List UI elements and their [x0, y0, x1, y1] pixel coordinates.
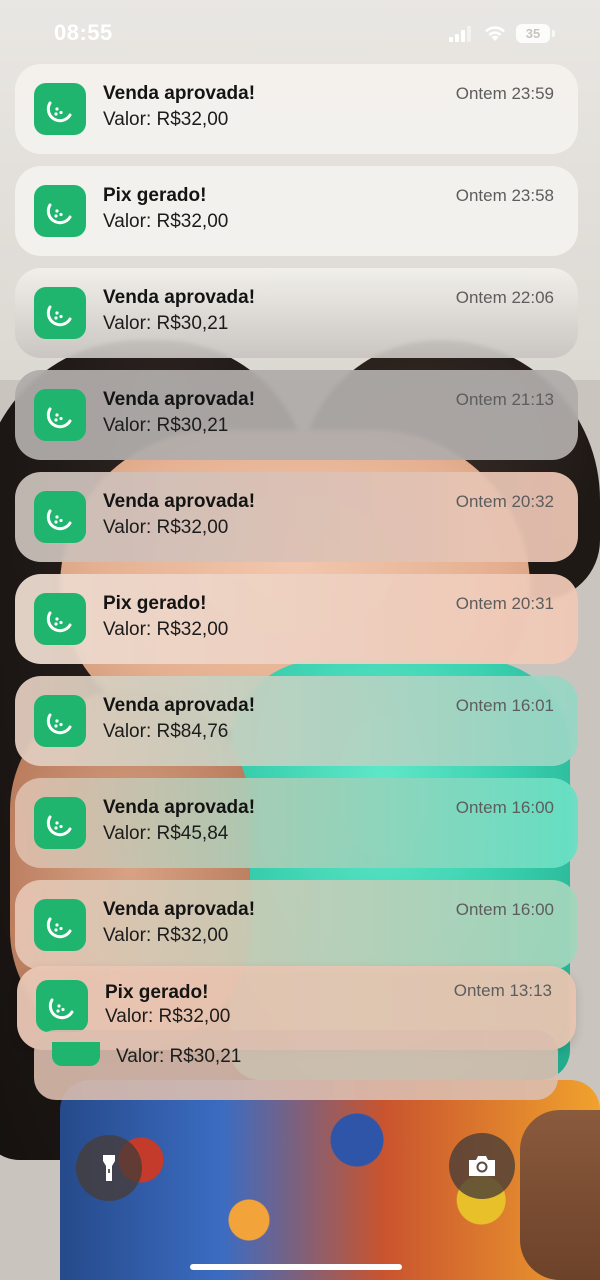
- notification-title: Venda aprovada!: [103, 491, 256, 512]
- battery-icon: 35: [516, 24, 550, 43]
- flashlight-icon: [103, 1155, 115, 1181]
- status-bar: 08:55 35: [0, 0, 600, 66]
- melon-slice-icon: [34, 185, 86, 237]
- melon-slice-icon: [34, 287, 86, 339]
- notification-card[interactable]: Venda aprovada! Valor: R$32,00 Ontem 16:00: [15, 880, 578, 970]
- notification-time: Ontem 16:00: [455, 798, 554, 817]
- notification-card[interactable]: Venda aprovada! Valor: R$30,21 Ontem 22:06: [15, 268, 578, 358]
- notification-body: Valor: R$30,21: [103, 313, 229, 334]
- notification-card[interactable]: Venda aprovada! Valor: R$84,76 Ontem 16:01: [15, 676, 578, 766]
- notification-body: Valor: R$30,21: [116, 1046, 242, 1067]
- melon-slice-icon: [34, 899, 86, 951]
- notification-title: Pix gerado!: [103, 593, 207, 614]
- melon-slice-icon: [34, 83, 86, 135]
- notification-title: Venda aprovada!: [103, 287, 256, 308]
- notification-card[interactable]: Venda aprovada! Valor: R$45,84 Ontem 16:00: [15, 778, 578, 868]
- melon-slice-icon: [34, 389, 86, 441]
- melon-slice-icon: [36, 980, 88, 1032]
- notification-card[interactable]: Pix gerado! Valor: R$32,00 Ontem 23:58: [15, 166, 578, 256]
- notification-body: Valor: R$32,00: [103, 211, 229, 232]
- notification-body: Valor: R$32,00: [103, 619, 229, 640]
- notification-time: Ontem 20:32: [455, 492, 554, 511]
- home-indicator[interactable]: [190, 1264, 402, 1270]
- status-time: 08:55: [54, 20, 113, 45]
- notification-card[interactable]: Venda aprovada! Valor: R$32,00 Ontem 23:59: [15, 64, 578, 154]
- notification-time: Ontem 16:01: [455, 696, 554, 715]
- battery-tip: [552, 30, 555, 37]
- melon-slice-icon: [34, 695, 86, 747]
- camera-button[interactable]: [449, 1133, 515, 1199]
- cellular-signal-icon: [449, 26, 471, 42]
- notification-time: Ontem 23:58: [455, 186, 554, 205]
- notification-title: Venda aprovada!: [103, 389, 256, 410]
- notification-title: Pix gerado!: [103, 185, 207, 206]
- wifi-icon: [485, 26, 505, 41]
- notification-card[interactable]: Venda aprovada! Valor: R$30,21 Ontem 21:13: [15, 370, 578, 460]
- wallpaper-dress: [60, 1080, 600, 1280]
- melon-slice-icon: [52, 1042, 100, 1066]
- melon-slice-icon: [34, 491, 86, 543]
- wallpaper-hand: [520, 1110, 600, 1280]
- notification-body: Valor: R$32,00: [105, 1006, 231, 1027]
- notification-title: Venda aprovada!: [103, 899, 256, 920]
- notification-title: Venda aprovada!: [103, 797, 256, 818]
- melon-slice-icon: [34, 593, 86, 645]
- notification-time: Ontem 16:00: [455, 900, 554, 919]
- notification-body: Valor: R$30,21: [103, 415, 229, 436]
- notification-time: Ontem 21:13: [455, 390, 554, 409]
- notification-title: Venda aprovada!: [103, 83, 256, 104]
- notification-body: Valor: R$45,84: [103, 823, 229, 844]
- camera-icon: [469, 1156, 495, 1176]
- notification-time: Ontem 20:31: [455, 594, 554, 613]
- notification-time: Ontem 13:13: [453, 981, 552, 1000]
- notification-time: Ontem 22:06: [455, 288, 554, 307]
- notification-body: Valor: R$32,00: [103, 109, 229, 130]
- notification-card[interactable]: Pix gerado! Valor: R$32,00 Ontem 20:31: [15, 574, 578, 664]
- notification-card[interactable]: Venda aprovada! Valor: R$32,00 Ontem 20:32: [15, 472, 578, 562]
- flashlight-button[interactable]: [76, 1135, 142, 1201]
- notification-body: Valor: R$32,00: [103, 517, 229, 538]
- notification-body: Valor: R$84,76: [103, 721, 229, 742]
- notification-body: Valor: R$32,00: [103, 925, 229, 946]
- notification-title: Pix gerado!: [105, 982, 209, 1003]
- notification-stack-peek[interactable]: Valor: R$30,21: [34, 1030, 558, 1100]
- melon-slice-icon: [34, 797, 86, 849]
- notification-title: Venda aprovada!: [103, 695, 256, 716]
- notification-time: Ontem 23:59: [455, 84, 554, 103]
